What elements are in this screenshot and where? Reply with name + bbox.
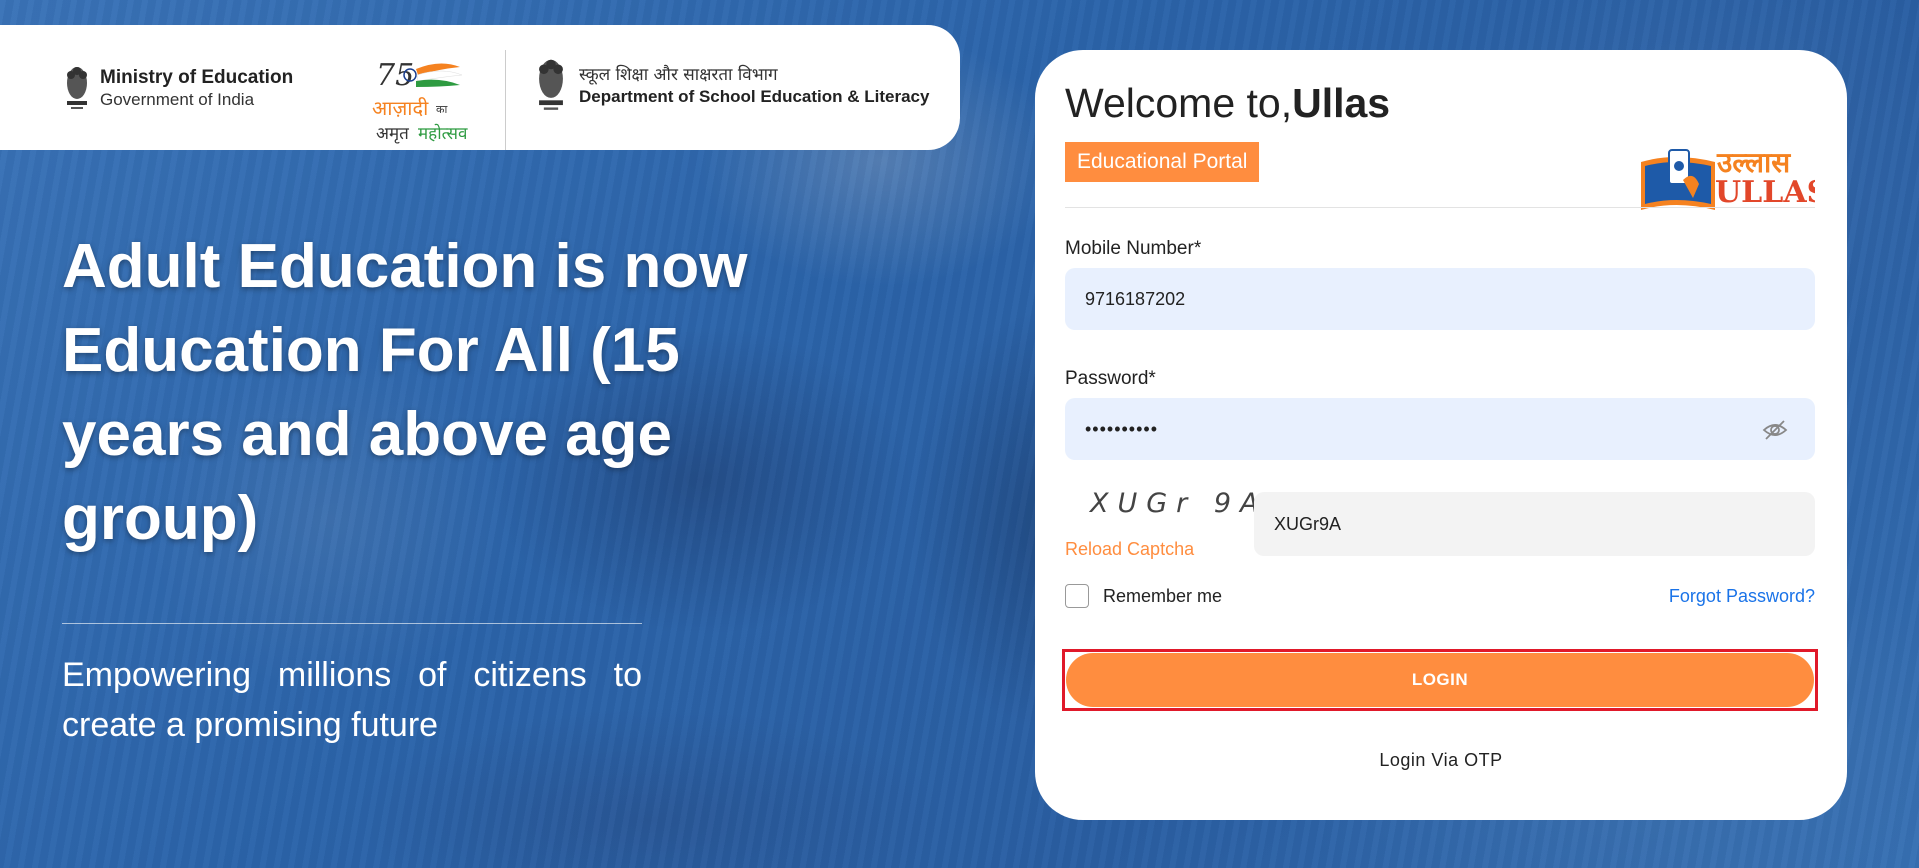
captcha-input[interactable] (1254, 492, 1815, 556)
ministry-subtitle: Government of India (100, 90, 255, 109)
svg-text:75: 75 (376, 58, 414, 93)
login-button[interactable]: LOGIN (1066, 653, 1814, 707)
login-via-otp-link[interactable]: Login Via OTP (1035, 750, 1847, 771)
portal-badge: Educational Portal (1065, 142, 1260, 182)
remember-me-label: Remember me (1103, 586, 1223, 606)
welcome-heading: Welcome to,Ullas (1065, 80, 1390, 127)
login-card: Welcome to,Ullas Educational Portal उल्ल… (1035, 50, 1847, 820)
remember-me-checkbox[interactable] (1065, 584, 1089, 608)
ministry-title: Ministry of Education (100, 67, 294, 88)
header-bar: Ministry of Education Government of Indi… (0, 25, 960, 150)
svg-text:अमृत: अमृत (376, 124, 409, 144)
mobile-label: Mobile Number* (1065, 238, 1202, 259)
dept-title-hindi: स्कूल शिक्षा और साक्षरता विभाग (579, 65, 778, 85)
hero-subtitle: Empowering millions of citizens to creat… (62, 656, 642, 744)
ullas-logo: उल्लास ULLAS (1635, 100, 1828, 210)
svg-text:का: का (436, 103, 447, 116)
password-label: Password* (1065, 368, 1156, 389)
national-emblem-icon (533, 55, 569, 117)
ullas-logo-english: ULLAS (1715, 175, 1815, 210)
captcha-image: XUGr 9A (1090, 488, 1268, 519)
ministry-logo: Ministry of Education Government of Indi… (62, 63, 293, 115)
mobile-input[interactable] (1065, 268, 1815, 330)
azadi-ka-amrit-mahotsav-logo: 75 आज़ादी का अमृत महोत्सव (370, 55, 475, 145)
welcome-brand: Ullas (1292, 80, 1391, 126)
reload-captcha-link[interactable]: Reload Captcha (1065, 539, 1194, 560)
eye-slash-icon[interactable] (1762, 417, 1788, 443)
dsel-logo: स्कूल शिक्षा और साक्षरता विभाग Departmen… (533, 55, 929, 117)
svg-text:आज़ादी: आज़ादी (372, 96, 429, 120)
hero-title: Adult Education is now Education For All… (62, 232, 748, 553)
dept-title-english: Department of School Education & Literac… (579, 87, 930, 106)
svg-text:महोत्सव: महोत्सव (418, 123, 468, 144)
hero-divider (62, 623, 642, 624)
forgot-password-link[interactable]: Forgot Password? (1669, 586, 1815, 607)
password-input[interactable] (1065, 398, 1815, 460)
card-divider (1065, 207, 1815, 208)
header-divider (505, 50, 506, 150)
welcome-prefix: Welcome to, (1065, 80, 1293, 126)
national-emblem-icon (62, 63, 92, 115)
